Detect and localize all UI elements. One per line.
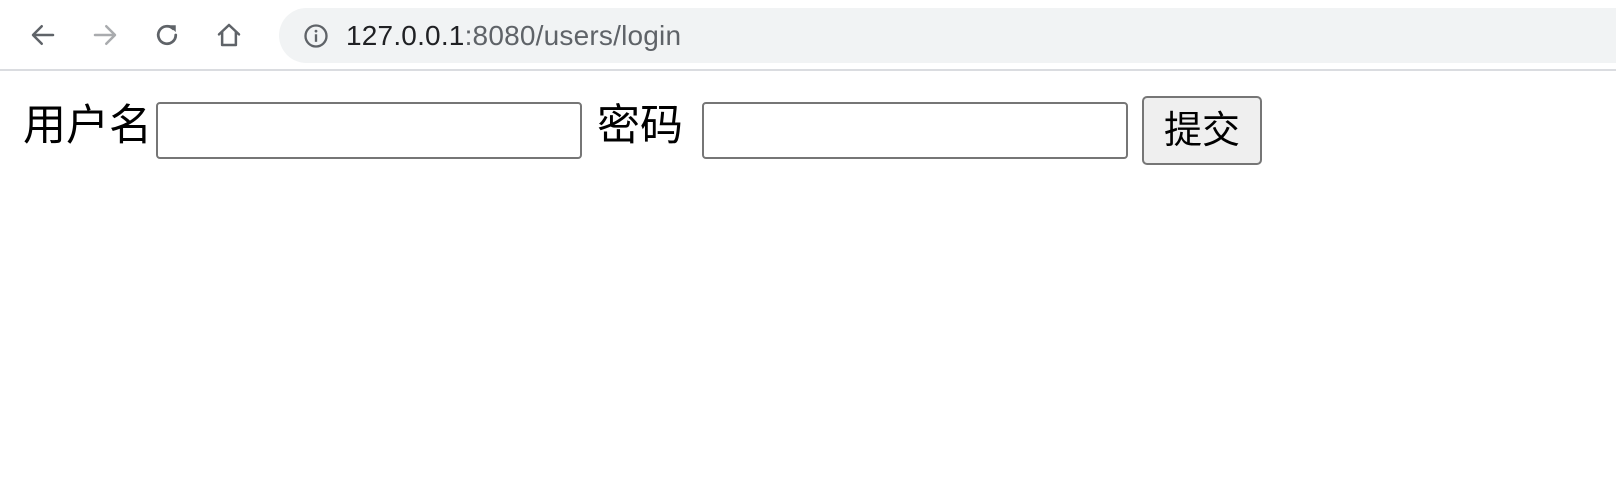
url-host: 127.0.0.1 <box>346 19 465 51</box>
url-path: :8080/users/login <box>464 19 682 51</box>
home-icon <box>217 23 241 47</box>
back-button[interactable] <box>22 14 64 56</box>
password-label: 密码 <box>597 101 683 151</box>
page-content: 用户名 密码 提交 <box>0 71 1616 494</box>
info-icon <box>304 23 328 48</box>
reload-button[interactable] <box>146 14 188 56</box>
reload-icon <box>156 24 178 46</box>
back-arrow-icon <box>31 25 55 45</box>
forward-button[interactable] <box>84 14 126 56</box>
username-label: 用户名 <box>23 101 152 151</box>
forward-arrow-icon <box>93 25 117 45</box>
url-text: 127.0.0.1:8080/users/login <box>346 20 681 52</box>
submit-button[interactable]: 提交 <box>1142 96 1262 165</box>
password-input[interactable] <box>702 102 1128 159</box>
site-info-button[interactable] <box>301 21 331 51</box>
browser-toolbar: 127.0.0.1:8080/users/login <box>0 0 1616 71</box>
address-bar[interactable]: 127.0.0.1:8080/users/login <box>279 8 1616 63</box>
home-button[interactable] <box>208 14 250 56</box>
username-input[interactable] <box>156 102 582 159</box>
